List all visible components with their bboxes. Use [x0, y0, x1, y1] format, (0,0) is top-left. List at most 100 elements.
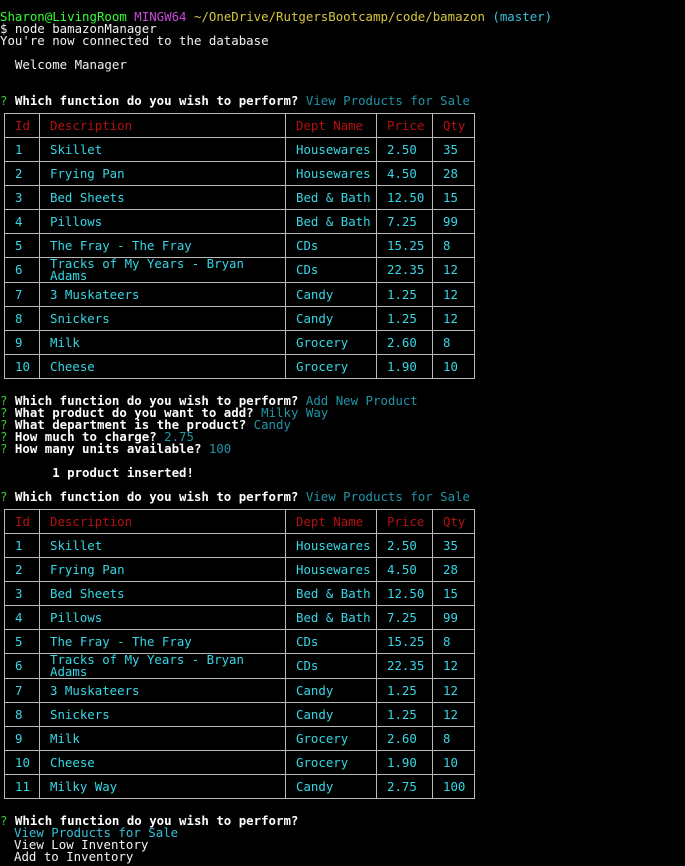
cell-description: Snickers: [39, 306, 286, 331]
cell-id: 7: [4, 282, 40, 307]
cell-description: Snickers: [39, 702, 286, 727]
cell-price: 12.50: [376, 581, 433, 606]
cell-price: 4.50: [376, 161, 433, 186]
cell-qty: 12: [432, 306, 475, 331]
header-price: Price: [376, 509, 433, 534]
cell-id: 3: [4, 581, 40, 606]
table-row: 2 Frying Pan Housewares 4.50 28: [4, 161, 475, 186]
cell-description: Skillet: [39, 137, 286, 162]
cell-dept-name: Candy: [285, 678, 377, 703]
cell-id: 2: [4, 557, 40, 582]
cell-description: Cheese: [39, 354, 286, 379]
cell-price: 2.50: [376, 533, 433, 558]
cell-qty: 35: [432, 533, 475, 558]
cell-dept-name: Bed & Bath: [285, 581, 377, 606]
cell-id: 11: [4, 774, 40, 799]
cell-description: Frying Pan: [39, 557, 286, 582]
cell-price: 2.50: [376, 137, 433, 162]
cell-description: 3 Muskateers: [39, 282, 286, 307]
cell-price: 2.60: [376, 330, 433, 355]
cell-price: 1.90: [376, 354, 433, 379]
menu-option-add-to-inventory[interactable]: Add to Inventory: [14, 850, 133, 863]
header-description: Description: [39, 113, 286, 138]
table-row: 4 Pillows Bed & Bath 7.25 99: [4, 209, 475, 234]
cell-qty: 12: [432, 282, 475, 307]
table-row: 11 Milky Way Candy 2.75 100: [4, 774, 475, 799]
table-row: 4 Pillows Bed & Bath 7.25 99: [4, 605, 475, 630]
cell-id: 4: [4, 209, 40, 234]
table-row: 8 Snickers Candy 1.25 12: [4, 306, 475, 331]
cell-id: 2: [4, 161, 40, 186]
cell-dept-name: CDs: [285, 233, 377, 258]
cell-description: Milk: [39, 330, 286, 355]
cell-description: Bed Sheets: [39, 581, 286, 606]
cell-id: 5: [4, 629, 40, 654]
cell-qty: 12: [432, 257, 475, 283]
cell-description: Milk: [39, 726, 286, 751]
header-qty: Qty: [432, 509, 475, 534]
cell-id: 9: [4, 726, 40, 751]
cell-dept-name: Grocery: [285, 330, 377, 355]
cell-id: 10: [4, 750, 40, 775]
answer-view-products-2: View Products for Sale: [305, 489, 470, 504]
cell-description: Bed Sheets: [39, 185, 286, 210]
cell-description: Cheese: [39, 750, 286, 775]
cell-price: 7.25: [376, 605, 433, 630]
cell-description: Tracks of My Years - Bryan Adams: [39, 653, 286, 679]
terminal-window[interactable]: Sharon@LivingRoom MINGW64 ~/OneDrive/Rut…: [0, 0, 685, 866]
cell-dept-name: Grocery: [285, 726, 377, 751]
header-dept-name: Dept Name: [285, 509, 377, 534]
header-qty: Qty: [432, 113, 475, 138]
cell-qty: 99: [432, 209, 475, 234]
cell-dept-name: Candy: [285, 774, 377, 799]
cell-description: Pillows: [39, 605, 286, 630]
cell-id: 1: [4, 533, 40, 558]
cell-description: 3 Muskateers: [39, 678, 286, 703]
cell-qty: 10: [432, 354, 475, 379]
products-table-2: Id Description Dept Name Price Qty 1 Skil…: [4, 509, 475, 799]
table-row: 5 The Fray - The Fray CDs 15.25 8: [4, 233, 475, 258]
cell-dept-name: Grocery: [285, 750, 377, 775]
cell-id: 1: [4, 137, 40, 162]
cell-id: 6: [4, 257, 40, 283]
table-row: 10 Cheese Grocery 1.90 10: [4, 750, 475, 775]
cell-id: 10: [4, 354, 40, 379]
cell-dept-name: Bed & Bath: [285, 185, 377, 210]
cell-price: 2.75: [376, 774, 433, 799]
cell-qty: 12: [432, 678, 475, 703]
table-header-row: Id Description Dept Name Price Qty: [4, 509, 475, 534]
table-row: 5 The Fray - The Fray CDs 15.25 8: [4, 629, 475, 654]
cell-id: 8: [4, 306, 40, 331]
products-table-1: Id Description Dept Name Price Qty 1 Skil…: [4, 113, 475, 379]
cell-qty: 99: [432, 605, 475, 630]
table-row: 9 Milk Grocery 2.60 8: [4, 726, 475, 751]
cell-description: Milky Way: [39, 774, 286, 799]
cell-price: 4.50: [376, 557, 433, 582]
cell-price: 1.90: [376, 750, 433, 775]
table-row: 1 Skillet Housewares 2.50 35: [4, 533, 475, 558]
cell-dept-name: Housewares: [285, 161, 377, 186]
table-row: 8 Snickers Candy 1.25 12: [4, 702, 475, 727]
cell-qty: 8: [432, 726, 475, 751]
cell-description: Frying Pan: [39, 161, 286, 186]
cell-price: 1.25: [376, 306, 433, 331]
cell-price: 7.25: [376, 209, 433, 234]
cell-price: 22.35: [376, 257, 433, 283]
cell-qty: 12: [432, 653, 475, 679]
cell-price: 1.25: [376, 702, 433, 727]
cell-qty: 12: [432, 702, 475, 727]
cell-qty: 100: [432, 774, 475, 799]
cell-price: 1.25: [376, 678, 433, 703]
cell-dept-name: Housewares: [285, 137, 377, 162]
cell-dept-name: Bed & Bath: [285, 605, 377, 630]
cell-dept-name: Grocery: [285, 354, 377, 379]
cell-qty: 8: [432, 629, 475, 654]
cell-qty: 28: [432, 557, 475, 582]
table-row: 73 Muskateers Candy 1.25 12: [4, 282, 475, 307]
cell-qty: 35: [432, 137, 475, 162]
table-row: 9 Milk Grocery 2.60 8: [4, 330, 475, 355]
table-row: 10 Cheese Grocery 1.90 10: [4, 354, 475, 379]
question-units: ? How many units available? 100: [0, 441, 232, 456]
cell-id: 5: [4, 233, 40, 258]
header-dept-name: Dept Name: [285, 113, 377, 138]
